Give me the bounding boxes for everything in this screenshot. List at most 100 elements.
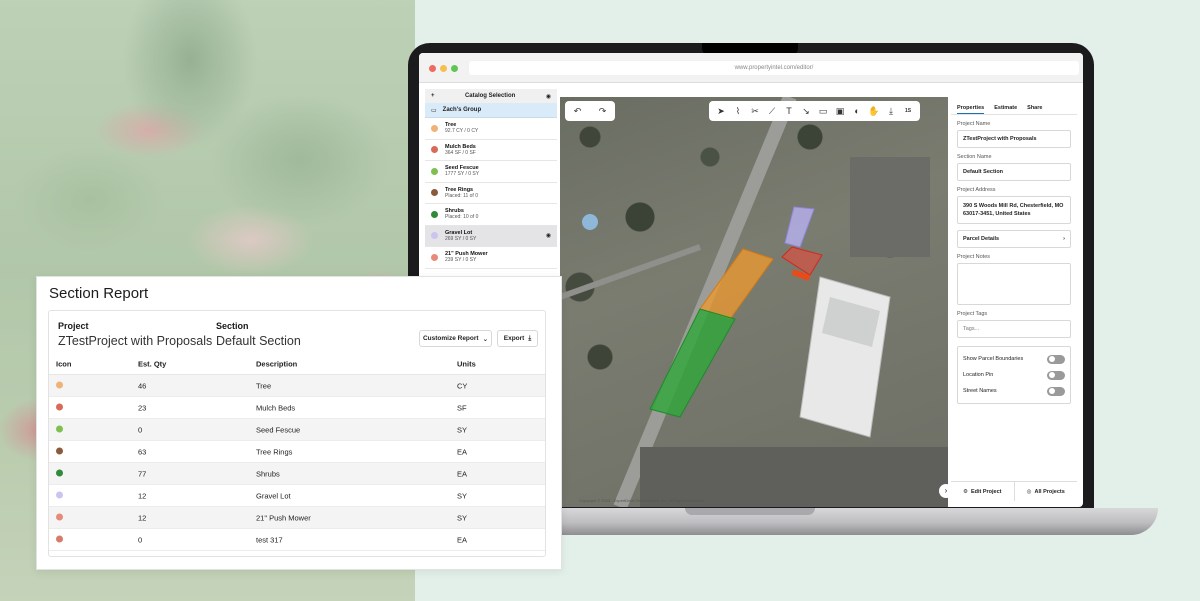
download-icon[interactable]: ⤓ <box>885 106 897 117</box>
leaf-icon <box>431 124 438 132</box>
catalog-add-icon[interactable]: + <box>431 93 435 99</box>
hand-icon[interactable]: ✋ <box>868 106 880 117</box>
customize-report-button[interactable]: Customize Report ⌄ <box>419 330 492 347</box>
image-icon[interactable]: ▣ <box>834 106 846 117</box>
row-qty: 12 <box>138 513 147 522</box>
col-header-units[interactable]: Units <box>457 360 476 369</box>
satellite-map[interactable]: ↶ ↷ ➤ ⌇ ✂ ⟋ T ↘ ▭ ▣ ◐ ✋ ⤓ 1S › <box>560 97 948 507</box>
table-row[interactable]: 77 Shrubs EA <box>49 463 545 485</box>
project-address-label: Project Address <box>957 187 996 193</box>
tool-badge[interactable]: 1S <box>902 108 914 114</box>
table-row[interactable]: 46 Tree CY <box>49 375 545 397</box>
row-qty: 0 <box>138 535 143 544</box>
table-row[interactable]: 63 Tree Rings EA <box>49 441 545 463</box>
map-next-button[interactable]: › <box>939 484 948 498</box>
edit-project-button[interactable]: ⚙ Edit Project <box>951 482 1014 501</box>
map-shape-gravel-lot[interactable] <box>784 206 815 248</box>
ruler-icon[interactable]: ▭ <box>817 106 829 117</box>
address-bar[interactable]: www.propertyintel.com/editor/ <box>469 61 1079 75</box>
catalog-item[interactable]: Tree 92.7 CY / 0 CY <box>425 118 557 140</box>
row-icon <box>56 513 63 522</box>
catalog-group[interactable]: ▭ Zach's Group <box>425 103 557 118</box>
parcel-boundaries-toggle[interactable] <box>1047 354 1065 364</box>
toggle-label: Street Names <box>963 388 997 394</box>
leaf-icon <box>56 447 63 454</box>
report-section-value: Default Section <box>216 334 301 348</box>
export-button[interactable]: Export ⤓ <box>497 330 538 347</box>
report-body: Project ZTestProject with Proposals Sect… <box>48 310 546 557</box>
text-icon[interactable]: T <box>783 106 795 116</box>
project-name-label: Project Name <box>957 121 991 127</box>
row-qty: 12 <box>138 491 147 500</box>
catalog-item-detail: Placed: 11 of 0 <box>445 192 478 199</box>
project-tags-input[interactable]: Tags... <box>957 320 1071 338</box>
project-address-field[interactable]: 390 S Woods Mill Rd, Chesterfield, MO 63… <box>957 196 1071 224</box>
chevron-down-icon: ⌄ <box>482 335 489 343</box>
undo-redo-group: ↶ ↷ <box>565 101 615 121</box>
map-building <box>799 276 891 438</box>
project-name-field[interactable]: ZTestProject with Proposals <box>957 130 1071 148</box>
catalog-item[interactable]: Tree Rings Placed: 11 of 0 <box>425 183 557 204</box>
fill-icon[interactable]: ◐ <box>851 106 863 116</box>
map-shape-mulch[interactable] <box>781 246 823 276</box>
chevron-right-icon: › <box>1063 236 1065 242</box>
report-project-label: Project <box>58 321 89 331</box>
catalog-item[interactable]: 21" Push Mower 239 SY / 0 SY <box>425 247 557 269</box>
lasso-icon[interactable]: ⌇ <box>732 106 744 117</box>
all-projects-button[interactable]: ◎ All Projects <box>1013 482 1078 501</box>
col-header-icon[interactable]: Icon <box>56 360 71 369</box>
download-icon: ⤓ <box>528 334 532 342</box>
parcel-details-button[interactable]: Parcel Details › <box>957 230 1071 248</box>
catalog-item-text: Mulch Beds 364 SF / 0 SF <box>445 144 476 156</box>
catalog-item[interactable]: Gravel Lot 269 SY / 0 SY ◉ <box>425 225 557 247</box>
catalog-item-text: 21" Push Mower 239 SY / 0 SY <box>445 251 488 263</box>
table-row[interactable]: 12 21" Push Mower SY <box>49 507 545 529</box>
report-header: Project ZTestProject with Proposals Sect… <box>49 311 545 354</box>
row-icon <box>56 447 63 456</box>
scissors-icon[interactable]: ✂ <box>749 106 761 117</box>
project-notes-field[interactable] <box>957 263 1071 305</box>
tab-estimate[interactable]: Estimate <box>994 105 1017 114</box>
row-qty: 63 <box>138 447 147 456</box>
street-names-toggle[interactable] <box>1047 386 1065 396</box>
catalog-item[interactable]: Shrubs Placed: 10 of 0 <box>425 204 557 226</box>
tab-share[interactable]: Share <box>1027 105 1042 114</box>
window-maximize-dot[interactable] <box>451 65 458 72</box>
row-description: test 317 <box>256 535 283 544</box>
eye-icon[interactable]: ◉ <box>546 93 551 100</box>
row-qty: 77 <box>138 469 147 478</box>
catalog-item[interactable]: Mulch Beds 364 SF / 0 SF <box>425 140 557 161</box>
arrow-icon[interactable]: ↘ <box>800 106 812 117</box>
table-row[interactable]: 0 Seed Fescue SY <box>49 419 545 441</box>
row-icon <box>56 491 63 500</box>
catalog-item[interactable]: Seed Fescue 1777 SY / 0 SY <box>425 161 557 183</box>
redo-icon[interactable]: ↷ <box>597 106 609 117</box>
row-icon <box>56 403 63 412</box>
leaf-icon <box>56 425 63 432</box>
table-row[interactable]: 23 Mulch Beds SF <box>49 397 545 419</box>
select-arrow-icon[interactable]: ➤ <box>715 106 727 117</box>
tab-properties[interactable]: Properties <box>957 105 985 114</box>
catalog-item-detail: 1777 SY / 0 SY <box>445 171 480 178</box>
section-name-field[interactable]: Default Section <box>957 163 1071 181</box>
undo-icon[interactable]: ↶ <box>572 106 584 117</box>
row-units: SF <box>457 403 467 412</box>
measure-icon[interactable]: ⟋ <box>766 106 778 117</box>
row-icon <box>56 469 63 478</box>
row-description: Tree Rings <box>256 447 293 456</box>
browser-chrome: www.propertyintel.com/editor/ <box>419 53 1083 83</box>
window-close-dot[interactable] <box>429 65 436 72</box>
catalog-item-detail: 92.7 CY / 0 CY <box>445 128 479 135</box>
catalog-item-detail: 364 SF / 0 SF <box>445 149 476 156</box>
table-row[interactable]: 12 Gravel Lot SY <box>49 485 545 507</box>
map-shape-seed-fescue[interactable] <box>649 308 736 418</box>
eye-icon[interactable]: ◉ <box>546 232 551 239</box>
location-pin-toggle[interactable] <box>1047 370 1065 380</box>
window-minimize-dot[interactable] <box>440 65 447 72</box>
col-header-qty[interactable]: Est. Qty <box>138 360 166 369</box>
edit-project-label: Edit Project <box>970 488 1002 495</box>
properties-footer: ⚙ Edit Project ◎ All Projects <box>951 481 1077 501</box>
table-row[interactable]: 0 test 317 EA <box>49 529 545 551</box>
all-projects-label: All Projects <box>1034 488 1065 495</box>
col-header-description[interactable]: Description <box>256 360 297 369</box>
